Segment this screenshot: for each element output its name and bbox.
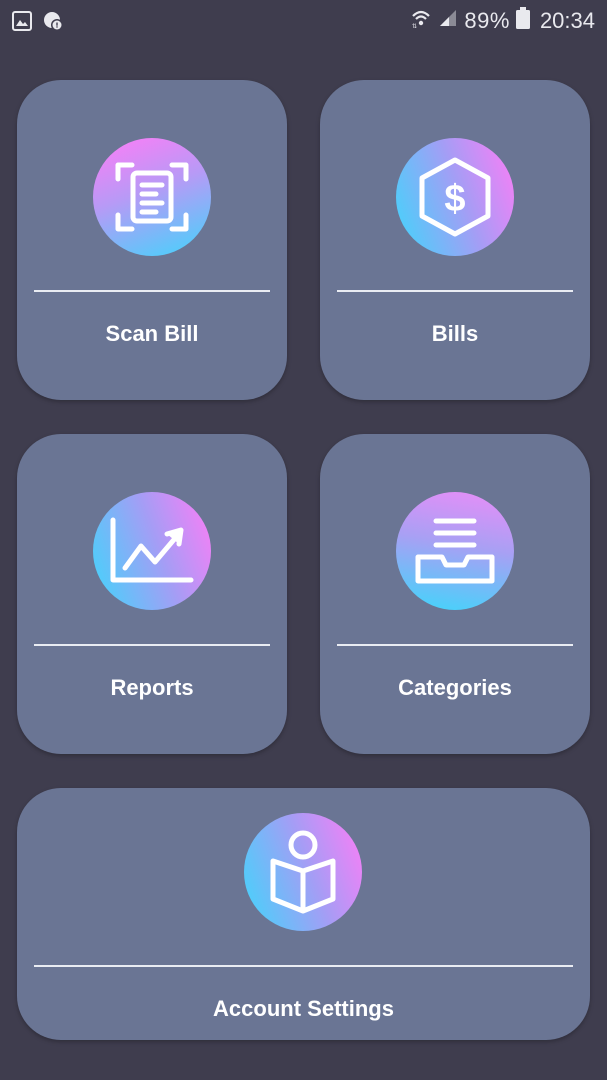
divider <box>337 290 573 292</box>
chat-notification-icon <box>42 10 64 37</box>
divider <box>34 644 270 646</box>
divider <box>34 290 270 292</box>
scan-bill-tile[interactable]: Scan Bill <box>17 80 287 400</box>
divider <box>337 644 573 646</box>
status-bar: ⇅ 89% 20:34 <box>0 0 607 42</box>
reader-person-icon <box>244 813 362 931</box>
svg-text:⇅: ⇅ <box>412 24 417 29</box>
battery-icon <box>515 7 530 35</box>
reports-label: Reports <box>110 675 194 700</box>
dollar-hexagon-icon: $ <box>396 138 514 256</box>
gallery-icon <box>12 11 32 36</box>
chart-trend-icon <box>93 492 211 610</box>
status-left-icons <box>12 10 64 37</box>
account-settings-tile[interactable]: Account Settings <box>17 788 590 1040</box>
scan-bill-label: Scan Bill <box>105 321 199 346</box>
clock: 20:34 <box>539 8 595 33</box>
battery-percentage: 89% <box>464 8 510 33</box>
reports-tile[interactable]: Reports <box>17 434 287 754</box>
status-right-icons: ⇅ 89% 20:34 <box>410 7 595 35</box>
bills-label: Bills <box>431 321 479 346</box>
categories-tile[interactable]: Categories <box>320 434 590 754</box>
signal-icon <box>438 8 458 34</box>
scan-document-icon <box>93 138 211 256</box>
bills-tile[interactable]: $ Bills <box>320 80 590 400</box>
svg-text:$: $ <box>444 178 465 220</box>
divider <box>34 965 573 967</box>
inbox-tray-icon <box>396 492 514 610</box>
account-settings-label: Account Settings <box>213 996 394 1021</box>
wifi-icon: ⇅ <box>410 7 432 35</box>
categories-label: Categories <box>398 675 512 700</box>
